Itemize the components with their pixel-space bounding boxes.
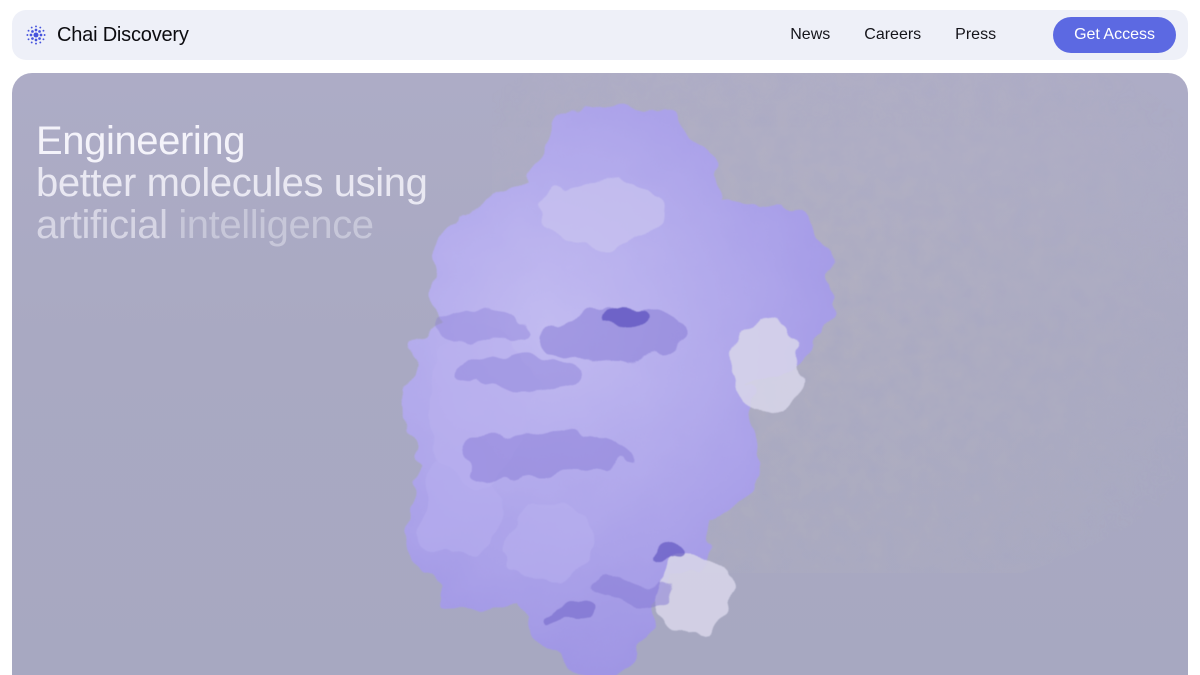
nav-link-press[interactable]: Press [955,26,996,44]
get-access-button[interactable]: Get Access [1053,17,1176,53]
logo[interactable]: Chai Discovery [24,23,189,47]
hero-heading-word-artificial: artificial [36,203,168,247]
hero-heading: Engineering better molecules using artif… [36,120,427,246]
hero-heading-line1: Engineering [36,120,427,162]
logo-text: Chai Discovery [57,24,189,47]
nav-link-careers[interactable]: Careers [864,26,921,44]
nav-link-news[interactable]: News [790,26,830,44]
hero-section: Engineering better molecules using artif… [12,73,1188,675]
nav-links: News Careers Press Get Access [790,17,1176,53]
hero-heading-line3: artificial intelligence [36,204,427,246]
chai-burst-icon [24,23,48,47]
hero-heading-word-intelligence: intelligence [178,203,373,247]
hero-heading-line2: better molecules using [36,162,427,204]
top-navbar: Chai Discovery News Careers Press Get Ac… [12,10,1188,60]
